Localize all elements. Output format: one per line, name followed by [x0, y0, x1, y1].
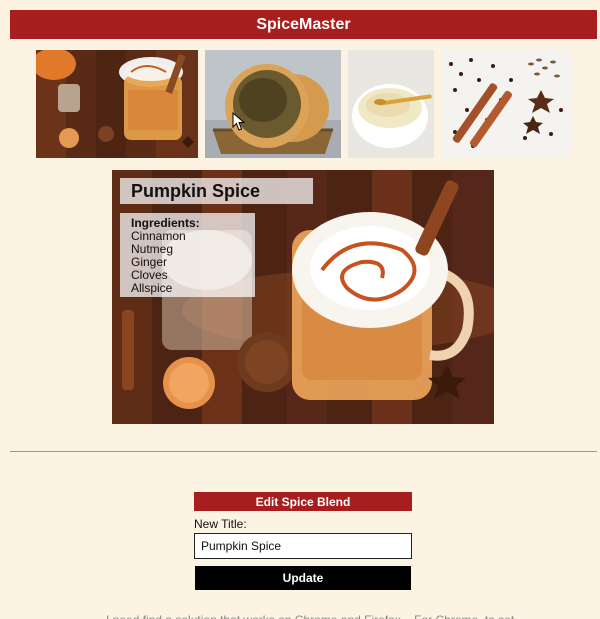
thumbnail-whole-spices[interactable]	[441, 50, 571, 158]
ingredients-panel: Ingredients: Cinnamon Nutmeg Ginger Clov…	[120, 213, 255, 297]
app-header: SpiceMaster	[10, 10, 597, 39]
edit-form-header: Edit Spice Blend	[194, 492, 412, 511]
ingredients-list: Cinnamon Nutmeg Ginger Cloves Allspice	[131, 230, 255, 295]
thumbnail-zaatar-flatbread[interactable]	[205, 50, 341, 158]
section-divider	[10, 451, 597, 452]
edit-form-title: Edit Spice Blend	[255, 494, 351, 509]
spice-title: Pumpkin Spice	[120, 178, 313, 204]
new-title-label: New Title:	[194, 517, 247, 531]
app-title: SpiceMaster	[256, 15, 351, 33]
footer-text: I need find a solution that works on Chr…	[106, 609, 526, 619]
featured-spice-card: Pumpkin Spice Ingredients: Cinnamon Nutm…	[112, 170, 494, 424]
update-button[interactable]: Update	[195, 566, 411, 590]
ingredient-item: Allspice	[131, 281, 173, 295]
featured-spice-image	[112, 170, 494, 424]
thumbnail-pumpkin-spice-latte[interactable]	[36, 50, 198, 158]
mouse-cursor-icon	[232, 112, 246, 131]
new-title-input[interactable]	[194, 533, 412, 559]
thumbnail-ground-spice-bowl[interactable]	[348, 50, 434, 158]
